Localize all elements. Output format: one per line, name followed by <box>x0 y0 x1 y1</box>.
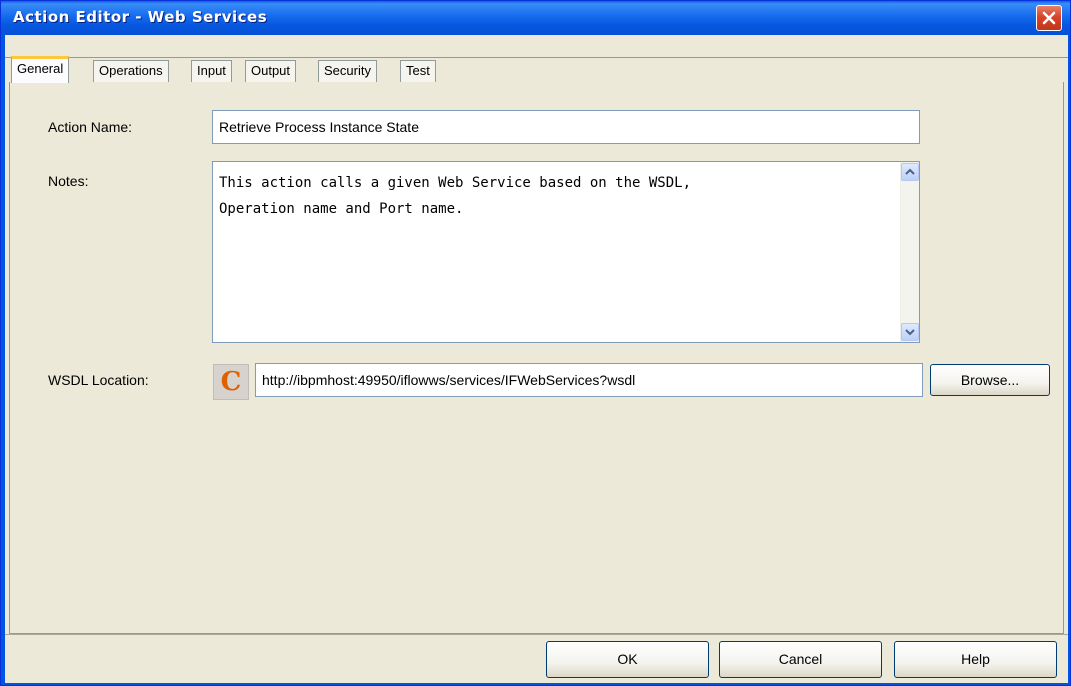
notes-text[interactable]: This action calls a given Web Service ba… <box>219 170 879 222</box>
close-button[interactable] <box>1036 5 1062 31</box>
c-letter-icon[interactable]: C <box>213 364 249 400</box>
wsdl-location-label: WSDL Location: <box>48 372 149 388</box>
scroll-up-button[interactable] <box>901 163 919 181</box>
ok-button[interactable]: OK <box>546 641 709 678</box>
notes-scrollbar[interactable] <box>900 162 919 342</box>
wsdl-location-input[interactable]: http://ibpmhost:49950/iflowws/services/I… <box>255 363 923 397</box>
tab-output[interactable]: Output <box>245 60 297 82</box>
close-icon <box>1042 11 1056 25</box>
help-button[interactable]: Help <box>894 641 1057 678</box>
tab-strip-line <box>5 57 1068 58</box>
action-name-label: Action Name: <box>48 119 133 135</box>
dialog-body: General Operations Input Output Security… <box>5 35 1068 683</box>
action-name-input[interactable]: Retrieve Process Instance State <box>212 110 920 144</box>
title-bar[interactable]: Action Editor - Web Services <box>1 1 1070 35</box>
arrow-down-icon <box>905 329 915 336</box>
browse-button[interactable]: Browse... <box>930 364 1050 396</box>
scroll-down-button[interactable] <box>901 323 919 341</box>
tab-operations[interactable]: Operations <box>93 60 169 82</box>
notes-textarea[interactable]: This action calls a given Web Service ba… <box>212 161 920 343</box>
tab-test[interactable]: Test <box>400 60 436 82</box>
tab-input[interactable]: Input <box>191 60 232 82</box>
dialog-window: Action Editor - Web Services General Ope… <box>0 0 1071 686</box>
tab-general[interactable]: General <box>11 56 70 83</box>
footer-separator <box>5 634 1068 635</box>
notes-label: Notes: <box>48 173 89 189</box>
cancel-button[interactable]: Cancel <box>719 641 882 678</box>
general-panel: Action Name: Retrieve Process Instance S… <box>9 82 1064 634</box>
arrow-up-icon <box>905 168 915 175</box>
window-title: Action Editor - Web Services <box>13 8 268 26</box>
tab-security[interactable]: Security <box>318 60 377 82</box>
